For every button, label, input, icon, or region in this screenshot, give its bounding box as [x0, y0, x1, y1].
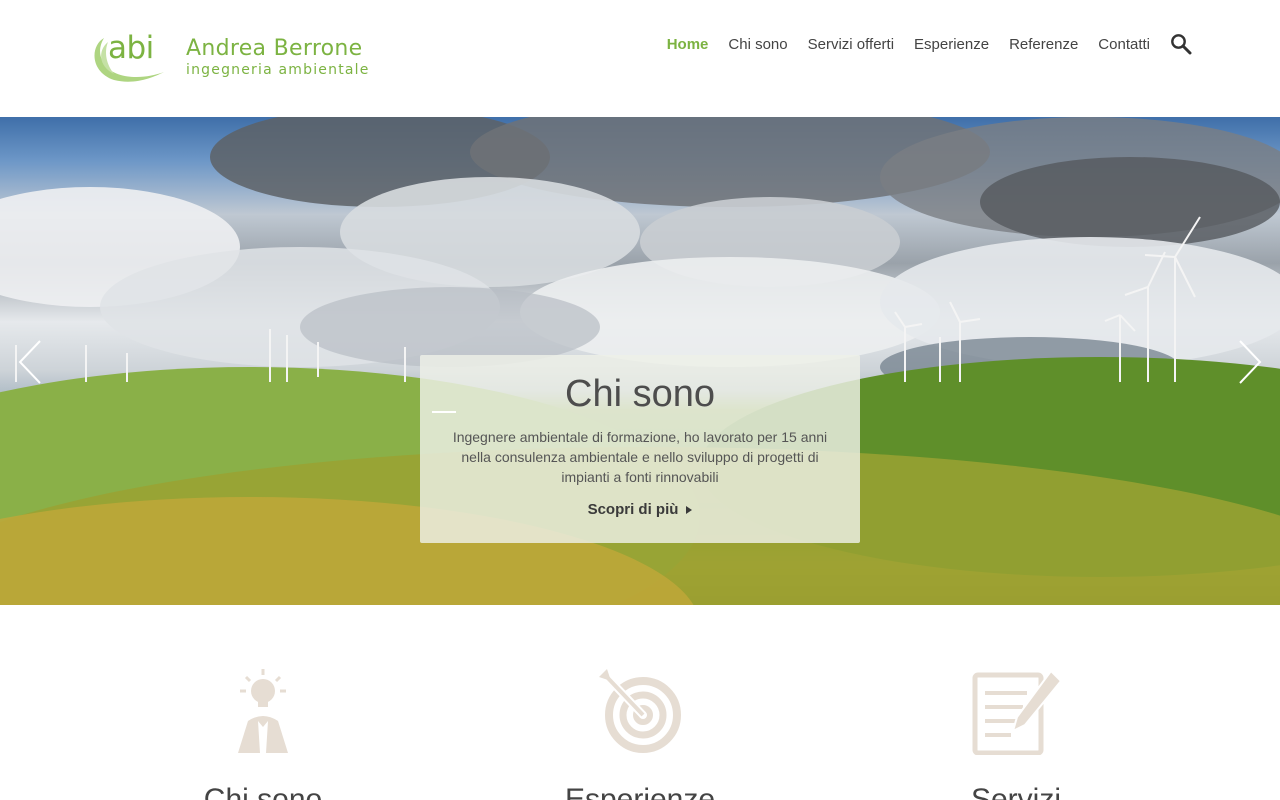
hero-caption-box: Chi sono Ingegnere ambientale di formazi…	[420, 355, 860, 543]
nav-item-esperienze[interactable]: Esperienze	[914, 36, 989, 53]
feature-title: Servizi	[970, 783, 1061, 800]
caret-right-icon	[686, 506, 693, 515]
hero-caption-title: Chi sono	[565, 373, 715, 415]
hero-caption-text: Ingegnere ambientale di formazione, ho l…	[452, 429, 828, 485]
nav-item-chi-sono[interactable]: Chi sono	[728, 36, 787, 53]
logo-abi-text: abi	[108, 30, 154, 66]
scopri-link-label: Scopri di più	[587, 501, 679, 518]
chevron-right-icon[interactable]	[1234, 337, 1264, 387]
feature-esperienze[interactable]: Esperienze	[510, 665, 770, 800]
feature-chi-sono[interactable]: Chi sono	[133, 665, 393, 800]
document-pen-icon	[972, 669, 1061, 755]
caption-divider	[432, 411, 456, 413]
hero-slider: Chi sono Ingegnere ambientale di formazi…	[0, 117, 1280, 605]
nav-item-servizi-offerti[interactable]: Servizi offerti	[808, 36, 894, 53]
scopri-di-piu-link[interactable]: Scopri di più	[420, 501, 860, 518]
brand-tagline: ingegneria ambientale	[186, 62, 370, 78]
main-nav: Home Chi sono Servizi offerti Esperienze…	[667, 33, 1192, 55]
target-icon	[599, 669, 681, 753]
search-icon[interactable]	[1170, 33, 1192, 55]
nav-item-referenze[interactable]: Referenze	[1009, 36, 1078, 53]
lightbulb-person-icon	[238, 669, 288, 753]
feature-servizi[interactable]: Servizi	[886, 665, 1146, 800]
chevron-left-icon[interactable]	[16, 337, 46, 387]
feature-title: Esperienze	[564, 783, 716, 800]
nav-item-contatti[interactable]: Contatti	[1098, 36, 1150, 53]
nav-item-home[interactable]: Home	[667, 36, 709, 53]
brand-name: Andrea Berrone	[186, 36, 363, 61]
site-logo[interactable]: abi Andrea Berrone ingegneria ambientale	[90, 30, 370, 84]
feature-title: Chi sono	[203, 783, 323, 800]
site-header: abi Andrea Berrone ingegneria ambientale…	[0, 0, 1280, 117]
